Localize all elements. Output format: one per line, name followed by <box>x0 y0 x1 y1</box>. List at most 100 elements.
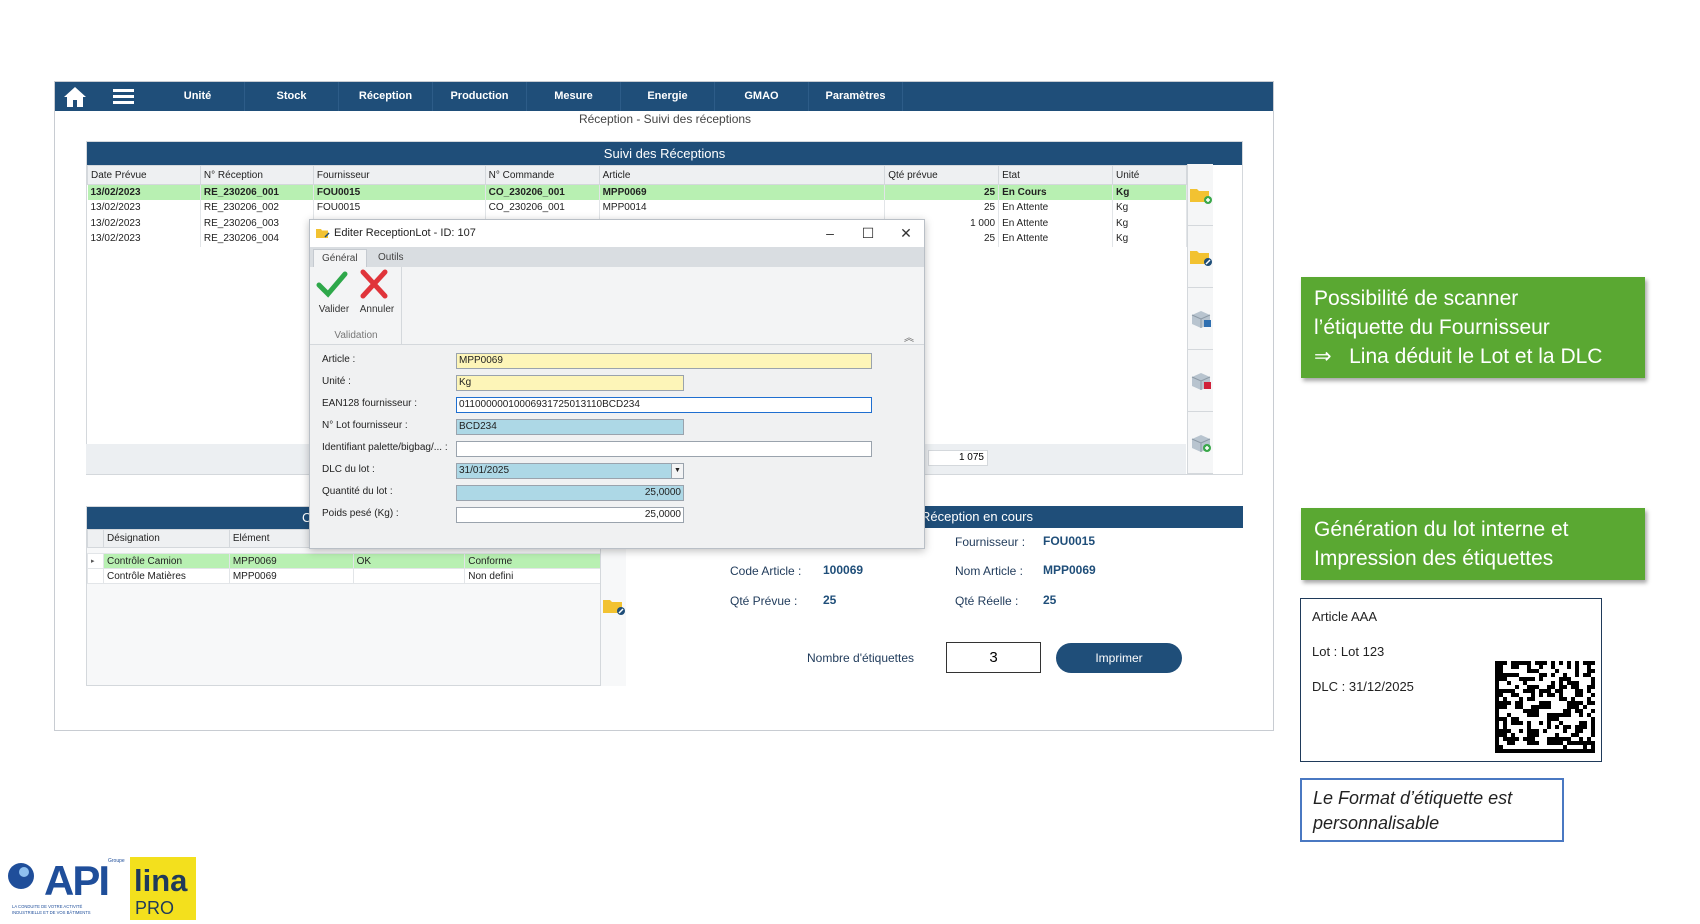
nb-etiquettes-input[interactable]: 3 <box>946 642 1041 673</box>
cell: 13/02/2023 <box>87 215 201 231</box>
home-icon <box>64 86 86 107</box>
annuler-button[interactable]: Annuler <box>357 269 397 315</box>
home-button[interactable] <box>55 82 95 111</box>
nav-item-production[interactable]: Production <box>433 82 527 111</box>
article-field[interactable]: MPP0069 <box>456 353 872 369</box>
format-note: Le Format d’étiquette est personnalisabl… <box>1300 778 1564 842</box>
nb-etiquettes-label: Nombre d'étiquettes <box>807 651 915 665</box>
nav-item-unite[interactable]: Unité <box>151 82 245 111</box>
cell: OK <box>352 553 466 569</box>
nom-article-value: MPP0069 <box>1043 563 1096 577</box>
cell: 25 <box>884 184 1000 200</box>
column-header[interactable]: Unité <box>1111 165 1188 185</box>
column-header[interactable]: Date Prévue <box>87 165 201 185</box>
column-header[interactable]: Qté prévue <box>884 165 1000 185</box>
lot-fournisseur-label: N° Lot fournisseur : <box>322 420 408 431</box>
valider-button[interactable]: Valider <box>315 269 353 315</box>
cell: CO_230206_001 <box>485 184 600 200</box>
svg-text:PRO: PRO <box>135 898 174 918</box>
ean128-input[interactable]: 01100000010006931725013110BCD234 <box>456 397 872 413</box>
table-header-row: Date Prévue N° Réception Fournisseur N° … <box>87 165 1188 185</box>
cell: MPP0069 <box>599 184 886 200</box>
column-header[interactable]: Article <box>598 165 886 185</box>
maximize-icon[interactable]: ☐ <box>850 220 886 247</box>
lot-callout-line2: Impression des étiquettes <box>1314 547 1554 570</box>
svg-text:lina: lina <box>134 863 188 898</box>
tab-outils[interactable]: Outils <box>370 249 412 267</box>
poids-pese-label: Poids pesé (Kg) : <box>322 508 399 519</box>
minimize-icon[interactable]: – <box>812 220 848 247</box>
svg-text:Groupe: Groupe <box>108 858 125 864</box>
column-header[interactable]: Désignation <box>102 529 230 548</box>
quantite-lot-field[interactable]: 25,0000 <box>456 485 684 501</box>
qte-prevue-label: Qté Prévue : <box>730 594 798 608</box>
folder-add-icon <box>1189 188 1212 204</box>
palette-id-input[interactable] <box>456 441 872 457</box>
collapse-ribbon-icon[interactable]: ︽ <box>904 329 914 344</box>
receptions-grid-title: Suivi des Réceptions <box>87 142 1242 165</box>
qte-reelle-value: 25 <box>1043 593 1057 607</box>
nav-item-mesure[interactable]: Mesure <box>527 82 621 111</box>
nav-item-reception[interactable]: Réception <box>339 82 433 111</box>
cell: FOU0015 <box>313 200 486 216</box>
table-row[interactable]: ▸ Contrôle Camion MPP0069 OK Conforme <box>87 553 601 569</box>
ribbon-tabs: Général Outils <box>310 247 924 267</box>
label-article: Article AAA <box>1312 609 1378 624</box>
row-expander-icon[interactable]: ▸ <box>87 553 104 569</box>
palette-id-label: Identifiant palette/bigbag/... : <box>322 442 448 453</box>
table-row[interactable]: 13/02/2023 RE_230206_001 FOU0015 CO_2302… <box>87 184 1188 200</box>
qte-prevue-value: 25 <box>823 593 837 607</box>
dlc-label: DLC du lot : <box>322 464 375 475</box>
validation-group-label: Validation <box>334 330 378 341</box>
fournisseur-value: FOU0015 <box>1043 534 1096 548</box>
table-row[interactable]: Contrôle Matières MPP0069 Non defini <box>87 568 601 584</box>
cell: RE_230206_002 <box>200 200 314 216</box>
column-header[interactable]: Etat <box>998 165 1113 185</box>
cell: 13/02/2023 <box>87 184 201 200</box>
edit-folder-button[interactable] <box>1188 226 1213 288</box>
column-header[interactable]: Fournisseur <box>312 165 486 185</box>
folder-icon <box>316 229 330 238</box>
nav-item-stock[interactable]: Stock <box>245 82 339 111</box>
folder-edit-icon <box>1189 250 1212 266</box>
nav-item-gmao[interactable]: GMAO <box>715 82 809 111</box>
cell: En Attente <box>998 215 1113 231</box>
cell: En Attente <box>998 231 1113 247</box>
nav-item-parametres[interactable]: Paramètres <box>809 82 903 111</box>
box-add-button[interactable] <box>1188 412 1213 474</box>
chevron-down-icon[interactable]: ▼ <box>671 464 683 478</box>
lot-generation-callout: Génération du lot interne et Impression … <box>1301 508 1645 580</box>
nav-item-energie[interactable]: Energie <box>621 82 715 111</box>
column-header[interactable]: N° Commande <box>484 165 600 185</box>
edit-controls-button[interactable] <box>602 596 626 621</box>
cell: Kg <box>1112 215 1188 231</box>
datamatrix-barcode-icon <box>1495 661 1595 753</box>
code-article-label: Code Article : <box>730 564 802 578</box>
dlc-date-picker[interactable]: 31/01/2025 ▼ <box>456 463 684 479</box>
box-delete-button[interactable] <box>1188 350 1213 412</box>
hamburger-menu-icon[interactable] <box>95 82 151 111</box>
poids-pese-input[interactable]: 25,0000 <box>456 507 684 523</box>
cell: CO_230206_001 <box>485 200 600 216</box>
unite-field[interactable]: Kg <box>456 375 684 391</box>
cell <box>352 568 466 584</box>
column-header[interactable]: N° Réception <box>199 165 314 185</box>
label-dlc: DLC : 31/12/2025 <box>1312 679 1414 694</box>
code-article-value: 100069 <box>823 563 864 577</box>
validation-group: Valider Annuler Validation <box>310 267 402 345</box>
scan-callout-line2: l’étiquette du Fournisseur <box>1314 316 1550 339</box>
print-button[interactable]: Imprimer <box>1056 643 1182 673</box>
cell: En Cours <box>998 184 1113 200</box>
lot-fournisseur-field[interactable]: BCD234 <box>456 419 684 435</box>
tab-general[interactable]: Général <box>313 249 367 267</box>
sample-label: Article AAA Lot : Lot 123 DLC : 31/12/20… <box>1300 598 1602 762</box>
close-icon[interactable]: ✕ <box>888 220 924 247</box>
cell: Contrôle Camion <box>102 553 230 569</box>
box-button[interactable] <box>1188 288 1213 350</box>
lot-callout-line1: Génération du lot interne et <box>1314 518 1569 541</box>
box-add-icon <box>1191 434 1211 452</box>
table-row[interactable]: 13/02/2023 RE_230206_002 FOU0015 CO_2302… <box>87 200 1188 216</box>
cell: RE_230206_004 <box>200 231 314 247</box>
cell: RE_230206_001 <box>200 184 314 200</box>
add-folder-button[interactable] <box>1188 164 1213 226</box>
